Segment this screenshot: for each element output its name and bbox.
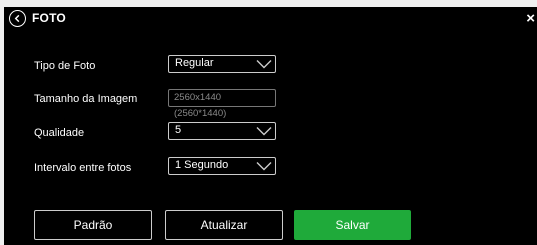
back-button[interactable]: [9, 10, 26, 27]
chevron-down-icon: [256, 162, 272, 171]
photo-type-select[interactable]: Regular: [168, 55, 276, 73]
refresh-button[interactable]: Atualizar: [165, 210, 283, 240]
image-size-label: Tamanho da Imagem: [34, 93, 138, 105]
image-size-value: 2560x1440 (2560*1440): [174, 92, 227, 119]
chevron-down-icon: [256, 60, 272, 69]
back-circle-icon: [14, 14, 20, 23]
quality-select[interactable]: 5: [168, 122, 276, 140]
page-title: FOTO: [32, 11, 66, 25]
save-button[interactable]: Salvar: [294, 210, 411, 240]
default-button[interactable]: Padrão: [34, 210, 152, 240]
interval-value: 1 Segundo: [175, 159, 229, 171]
chevron-down-icon: [256, 127, 272, 136]
photo-settings-panel: FOTO × Tipo de Foto Regular Tamanho da I…: [4, 7, 537, 245]
image-size-field: 2560x1440 (2560*1440): [168, 89, 276, 119]
photo-type-value: Regular: [175, 57, 214, 69]
interval-select[interactable]: 1 Segundo: [168, 157, 276, 175]
close-button[interactable]: ×: [526, 11, 535, 26]
quality-label: Qualidade: [34, 127, 85, 139]
interval-label: Intervalo entre fotos: [34, 162, 132, 174]
quality-value: 5: [175, 124, 182, 136]
photo-type-label: Tipo de Foto: [34, 60, 96, 72]
panel-header: FOTO ×: [4, 7, 537, 33]
